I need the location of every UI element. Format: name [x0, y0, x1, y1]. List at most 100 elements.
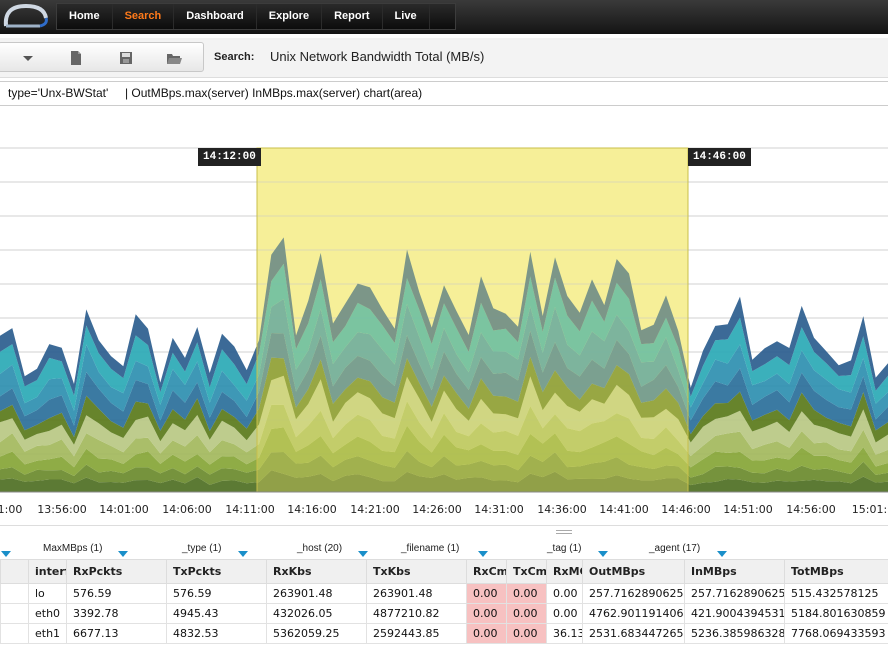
table-cell: 4945.43 — [166, 603, 267, 624]
chevron-down-icon[interactable] — [117, 545, 129, 557]
row-selector[interactable] — [0, 583, 29, 604]
facet-tag[interactable]: _tag (1) — [547, 543, 581, 554]
dropdown-arrow-icon[interactable] — [19, 49, 37, 67]
column-header[interactable]: RxPckts — [66, 559, 167, 584]
column-header[interactable]: OutMBps — [582, 559, 685, 584]
x-tick-label: 13:56:00 — [37, 503, 87, 516]
facet-type[interactable]: _type (1) — [182, 543, 221, 554]
facet-maxmbps[interactable]: MaxMBps (1) — [43, 543, 102, 554]
facet-bar: MaxMBps (1) _type (1) _host (20) _filena… — [0, 537, 888, 559]
facet-filename[interactable]: _filename (1) — [401, 543, 459, 554]
app-logo[interactable] — [0, 0, 52, 34]
table-cell: 2531.683447265 — [582, 623, 685, 644]
search-title: Unix Network Bandwidth Total (MB/s) — [270, 49, 485, 64]
table-cell: 257.7162890625 — [582, 583, 685, 604]
table-cell: 421.9004394531 — [684, 603, 785, 624]
row-selector[interactable] — [0, 623, 29, 644]
column-header[interactable]: TotMBps — [784, 559, 888, 584]
x-tick-label: 15:01:0 — [851, 503, 888, 516]
column-header[interactable]: interf — [28, 559, 67, 584]
results-table: interf RxPckts TxPckts RxKbs TxKbs RxCm … — [0, 559, 888, 644]
table-cell: 576.59 — [166, 583, 267, 604]
main-nav: Home Search Dashboard Explore Report Liv… — [56, 3, 456, 30]
table-cell: 0.00 — [546, 583, 583, 604]
x-tick-label: 14:11:00 — [225, 503, 275, 516]
chevron-down-icon[interactable] — [357, 545, 369, 557]
row-selector[interactable] — [0, 603, 29, 624]
x-tick-label: 14:16:00 — [287, 503, 337, 516]
column-header[interactable]: TxCm — [506, 559, 547, 584]
column-header[interactable]: TxPckts — [166, 559, 267, 584]
x-tick-label: 14:41:00 — [599, 503, 649, 516]
facet-host[interactable]: _host (20) — [297, 543, 342, 554]
table-cell: 5236.385986328 — [684, 623, 785, 644]
x-tick-label: 14:31:00 — [474, 503, 524, 516]
table-cell: 0.00 — [546, 603, 583, 624]
table-cell: 6677.13 — [66, 623, 167, 644]
column-header[interactable]: RxCm — [466, 559, 507, 584]
x-tick-label: 14:51:00 — [723, 503, 773, 516]
facet-agent[interactable]: _agent (17) — [649, 543, 700, 554]
nav-dashboard[interactable]: Dashboard — [174, 4, 257, 29]
table-cell: 576.59 — [66, 583, 167, 604]
table-cell: 0.00 — [506, 583, 547, 604]
chevron-down-icon[interactable] — [0, 545, 12, 557]
query-input[interactable]: type='Unx-BWStat' | OutMBps.max(server) … — [0, 81, 888, 106]
x-tick-label: 14:01:00 — [99, 503, 149, 516]
column-header[interactable]: TxKbs — [366, 559, 467, 584]
table-cell: 0.00 — [506, 603, 547, 624]
nav-live[interactable]: Live — [383, 4, 430, 29]
table-cell: eth0 — [28, 603, 67, 624]
table-cell: 5362059.25 — [266, 623, 367, 644]
x-tick-label: 14:06:00 — [162, 503, 212, 516]
table-cell: 4832.53 — [166, 623, 267, 644]
column-header[interactable]: RxMC — [546, 559, 583, 584]
table-row[interactable]: eth0 3392.78 4945.43 432026.05 4877210.82 0.0… — [0, 603, 888, 624]
nav-report[interactable]: Report — [322, 4, 383, 29]
selection-start-label: 14:12:00 — [198, 148, 261, 166]
nav-home[interactable]: Home — [57, 4, 113, 29]
query-text: type='Unx-BWStat' | OutMBps.max(server) … — [8, 86, 423, 100]
table-row[interactable]: eth1 6677.13 4832.53 5362059.25 2592443.85 0.… — [0, 623, 888, 644]
x-tick-label: 1:00 — [0, 503, 23, 516]
chevron-down-icon[interactable] — [597, 545, 609, 557]
splitter-grip-icon[interactable] — [556, 530, 572, 534]
row-selector-header — [0, 559, 29, 584]
save-icon[interactable] — [117, 49, 135, 67]
selection-overlay — [256, 147, 689, 493]
search-label: Search: — [214, 51, 255, 63]
table-cell: 263901.48 — [266, 583, 367, 604]
table-cell: 36.13 — [546, 623, 583, 644]
top-bar: Home Search Dashboard Explore Report Liv… — [0, 0, 888, 34]
chevron-down-icon[interactable] — [477, 545, 489, 557]
table-cell: 257.7162890625 — [684, 583, 785, 604]
search-header: Search: Unix Network Bandwidth Total (MB… — [0, 38, 888, 78]
table-cell: 5184.801630859 — [784, 603, 888, 624]
table-cell: 7768.069433593 — [784, 623, 888, 644]
search-toolbar — [0, 42, 204, 72]
table-cell: 2592443.85 — [366, 623, 467, 644]
table-row[interactable]: lo 576.59 576.59 263901.48 263901.48 0.00 0.00… — [0, 583, 888, 604]
chevron-down-icon[interactable] — [716, 545, 728, 557]
area-chart[interactable] — [0, 112, 888, 520]
table-cell: eth1 — [28, 623, 67, 644]
new-document-icon[interactable] — [67, 49, 85, 67]
chevron-down-icon[interactable] — [237, 545, 249, 557]
x-tick-label: 14:56:00 — [786, 503, 836, 516]
column-header[interactable]: InMBps — [684, 559, 785, 584]
table-cell: 3392.78 — [66, 603, 167, 624]
table-cell: 4762.901191406 — [582, 603, 685, 624]
nav-explore[interactable]: Explore — [257, 4, 323, 29]
open-folder-icon[interactable] — [165, 49, 183, 67]
table-cell: 0.00 — [466, 583, 507, 604]
table-header-row: interf RxPckts TxPckts RxKbs TxKbs RxCm … — [0, 559, 888, 584]
nav-search[interactable]: Search — [113, 4, 175, 29]
pane-splitter[interactable] — [0, 525, 888, 537]
table-cell: lo — [28, 583, 67, 604]
table-cell: 4877210.82 — [366, 603, 467, 624]
column-header[interactable]: RxKbs — [266, 559, 367, 584]
x-tick-label: 14:46:00 — [661, 503, 711, 516]
table-cell: 432026.05 — [266, 603, 367, 624]
table-cell: 515.432578125 — [784, 583, 888, 604]
table-cell: 0.00 — [466, 623, 507, 644]
